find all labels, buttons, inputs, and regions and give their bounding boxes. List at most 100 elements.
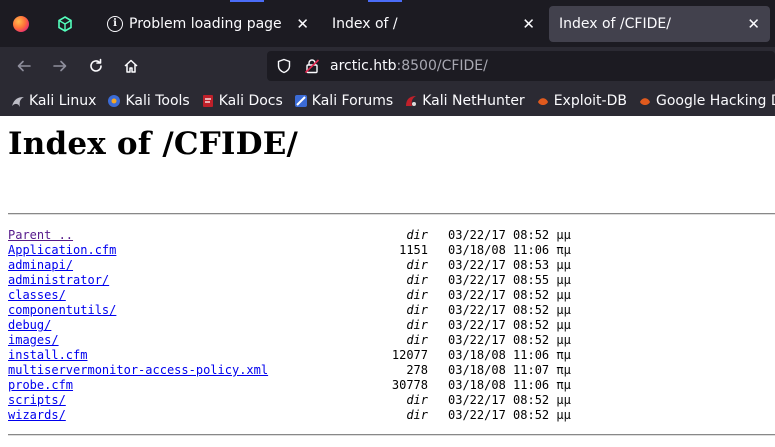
entry-date: 03/22/17 08:53 μμ [448, 258, 571, 272]
bookmark-label: Kali Forums [311, 92, 394, 109]
entry-size: dir [406, 258, 428, 272]
entry-size: 1151 [399, 243, 428, 257]
entry-link[interactable]: debug/ [8, 318, 51, 333]
bookmark-kali-forums[interactable]: Kali Forums [294, 93, 393, 109]
home-icon [124, 59, 138, 73]
bookmark-label: Kali Linux [29, 92, 97, 109]
kali-docs-icon [202, 94, 213, 107]
url-text[interactable]: arctic.htb:8500/CFIDE/ [330, 58, 488, 74]
entry-date: 03/18/08 11:06 πμ [448, 378, 571, 392]
entry-date: 03/18/08 11:07 πμ [448, 363, 571, 377]
bookmark-label: Kali Tools [125, 92, 190, 109]
entry-size: dir [406, 318, 428, 332]
tab-bar: i Problem loading page ✕ Index of / ✕ In… [0, 0, 775, 47]
exploit-db-icon [537, 97, 548, 105]
entry-date: 03/22/17 08:52 μμ [448, 303, 571, 317]
entry-date: 03/18/08 11:06 πμ [448, 243, 571, 257]
bookmark-kali-nethunter[interactable]: Kali NetHunter [404, 92, 525, 109]
entry-date: 03/22/17 08:52 μμ [448, 333, 571, 347]
url-path: :8500/CFIDE/ [396, 58, 488, 74]
entry-link[interactable]: scripts/ [8, 393, 66, 408]
google-hacking-db-icon [639, 97, 650, 105]
list-item: scripts/ dir 03/22/17 08:52 μμ [8, 393, 608, 408]
firefox-icon [13, 15, 29, 32]
bookmark-exploit-db[interactable]: Exploit-DB [536, 93, 627, 109]
entry-size: dir [406, 333, 428, 347]
bookmark-label: Kali Docs [218, 92, 283, 109]
entry-link[interactable]: install.cfm [8, 348, 87, 363]
entry-size: 12077 [391, 348, 428, 362]
info-icon: i [107, 16, 123, 32]
list-item: componentutils/ dir 03/22/17 08:52 μμ [8, 303, 608, 318]
kali-forums-icon [294, 94, 307, 107]
close-icon[interactable]: ✕ [522, 15, 535, 33]
entry-size: dir [406, 288, 428, 302]
tab-title: Index of /CFIDE/ [559, 16, 671, 32]
entry-date: 03/18/08 11:06 πμ [448, 348, 571, 362]
entry-link[interactable]: probe.cfm [8, 378, 73, 393]
firefox-view-button[interactable] [0, 0, 42, 47]
entry-size: 30778 [391, 378, 428, 392]
reload-button[interactable] [84, 55, 108, 77]
extension-button[interactable] [44, 0, 86, 47]
close-icon[interactable]: ✕ [296, 15, 309, 33]
shield-icon[interactable] [276, 58, 292, 74]
entry-link[interactable]: Parent .. [8, 228, 73, 243]
entry-size: dir [406, 273, 428, 287]
entry-date: 03/22/17 08:52 μμ [448, 228, 571, 242]
entry-link[interactable]: classes/ [8, 288, 66, 303]
entry-size: dir [406, 408, 428, 422]
list-item: probe.cfm 30778 03/18/08 11:06 πμ [8, 378, 608, 393]
back-button[interactable] [12, 55, 36, 77]
directory-listing: Parent .. dir 03/22/17 08:52 μμ Applicat… [8, 228, 608, 423]
tab-index-root[interactable]: Index of / ✕ [322, 6, 545, 42]
list-item: images/ dir 03/22/17 08:52 μμ [8, 333, 608, 348]
browser-chrome: i Problem loading page ✕ Index of / ✕ In… [0, 0, 775, 116]
cube-icon [58, 15, 72, 32]
entry-link[interactable]: Application.cfm [8, 243, 116, 258]
entry-date: 03/22/17 08:52 μμ [448, 318, 571, 332]
navigation-bar: arctic.htb:8500/CFIDE/ [0, 47, 775, 85]
entry-link[interactable]: adminapi/ [8, 258, 73, 273]
list-item: Application.cfm 1151 03/18/08 11:06 πμ [8, 243, 608, 258]
bookmark-kali-linux[interactable]: Kali Linux [11, 93, 96, 109]
kali-tools-icon [108, 94, 121, 107]
home-button[interactable] [119, 55, 143, 77]
tab-title: Problem loading page [129, 16, 282, 32]
lock-warning-icon[interactable] [304, 58, 320, 74]
bookmark-google-hacking-db[interactable]: Google Hacking DB [638, 93, 775, 109]
entry-date: 03/22/17 08:52 μμ [448, 393, 571, 407]
url-bar[interactable]: arctic.htb:8500/CFIDE/ [267, 51, 775, 81]
entry-link[interactable]: wizards/ [8, 408, 66, 423]
entry-size: dir [406, 303, 428, 317]
reload-icon [90, 58, 102, 72]
entry-link[interactable]: administrator/ [8, 273, 109, 288]
entry-date: 03/22/17 08:52 μμ [448, 408, 571, 422]
forward-button[interactable] [48, 55, 72, 77]
bottom-divider [8, 434, 775, 436]
tab-title: Index of / [332, 16, 398, 32]
entry-link[interactable]: images/ [8, 333, 59, 348]
list-item: debug/ dir 03/22/17 08:52 μμ [8, 318, 608, 333]
list-item: wizards/ dir 03/22/17 08:52 μμ [8, 408, 608, 423]
bookmark-kali-docs[interactable]: Kali Docs [201, 93, 283, 109]
entry-link[interactable]: componentutils/ [8, 303, 116, 318]
arrow-right-icon [53, 60, 67, 72]
tab-index-cfide[interactable]: Index of /CFIDE/ ✕ [549, 6, 770, 42]
close-icon[interactable]: ✕ [747, 15, 760, 33]
bookmark-kali-tools[interactable]: Kali Tools [107, 92, 190, 109]
entry-link[interactable]: multiservermonitor-access-policy.xml [8, 363, 268, 378]
list-item: multiservermonitor-access-policy.xml 278… [8, 363, 608, 378]
list-item: adminapi/ dir 03/22/17 08:53 μμ [8, 258, 608, 273]
bookmark-label: Google Hacking DB [655, 92, 775, 109]
entry-size: dir [406, 228, 428, 242]
kali-nethunter-icon [406, 95, 417, 106]
tab-audio-indicator [368, 0, 402, 2]
list-item: administrator/ dir 03/22/17 08:55 μμ [8, 273, 608, 288]
list-item: install.cfm 12077 03/18/08 11:06 πμ [8, 348, 608, 363]
list-item: Parent .. dir 03/22/17 08:52 μμ [8, 228, 608, 243]
entry-date: 03/22/17 08:55 μμ [448, 273, 571, 287]
bookmark-label: Kali NetHunter [422, 92, 525, 109]
bookmark-label: Exploit-DB [553, 92, 627, 109]
tab-problem-loading[interactable]: i Problem loading page ✕ [96, 6, 319, 42]
